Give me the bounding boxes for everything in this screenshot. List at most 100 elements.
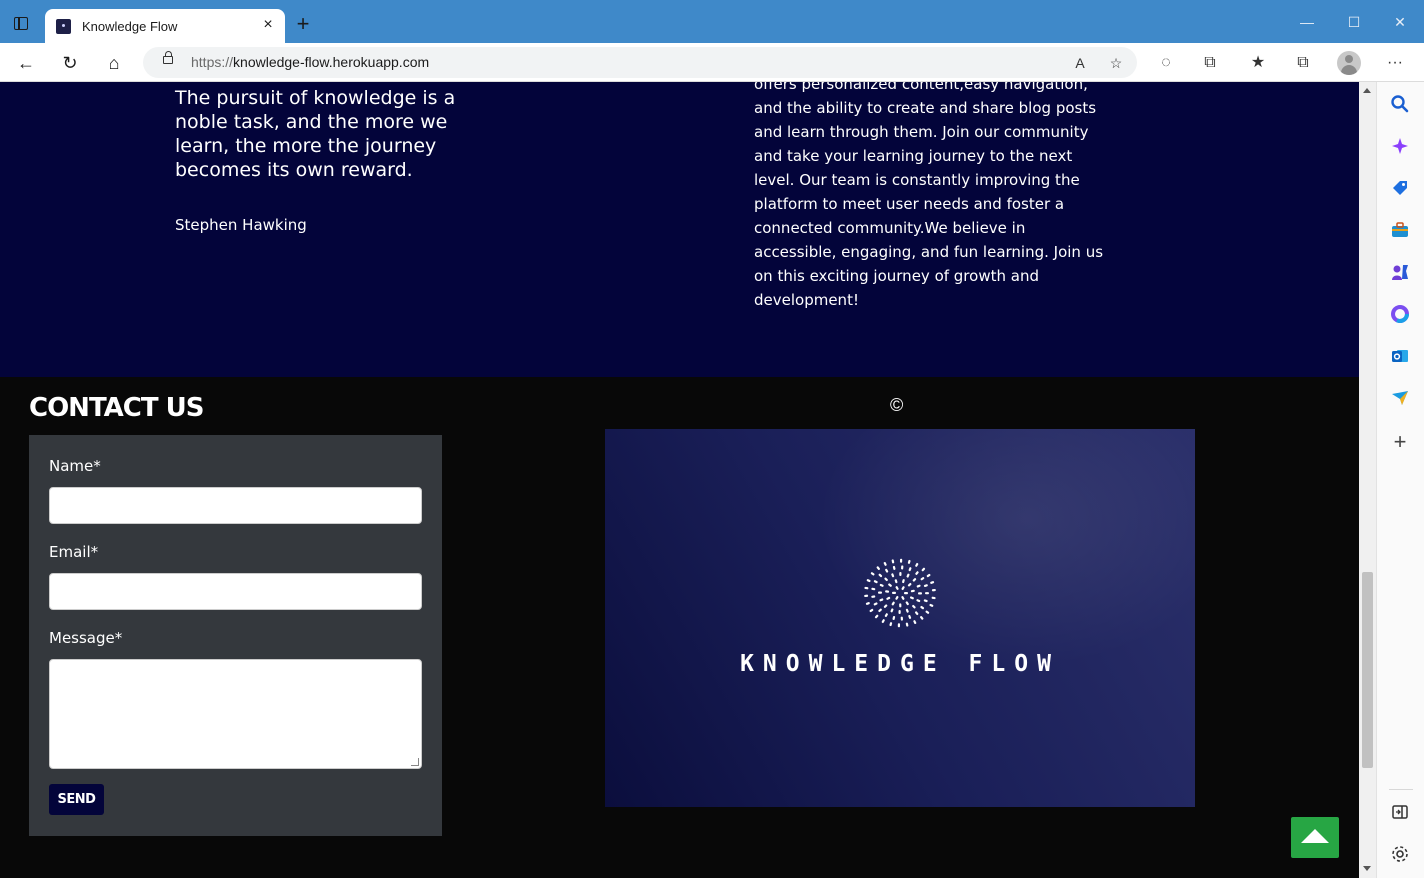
logo-dot bbox=[930, 581, 935, 584]
copyright-symbol: © bbox=[890, 395, 904, 415]
add-favorite-icon[interactable]: ☆ bbox=[1105, 52, 1127, 74]
brand-name: KNOWLEDGE FLOW bbox=[740, 651, 1060, 677]
back-button[interactable]: ← bbox=[14, 51, 38, 75]
email-field[interactable] bbox=[49, 573, 422, 610]
logo-dot bbox=[878, 573, 883, 578]
logo-dot bbox=[884, 577, 888, 582]
split-screen-icon[interactable] bbox=[1390, 802, 1410, 822]
logo-dot bbox=[895, 586, 899, 590]
browser-toolbar: ← ↻ ⌂ https://knowledge-flow.herokuapp.c… bbox=[0, 43, 1424, 82]
logo-dot bbox=[931, 588, 936, 592]
collections-icon[interactable]: ⧉ bbox=[1291, 51, 1315, 75]
add-icon[interactable]: + bbox=[1390, 431, 1410, 453]
outlook-icon[interactable] bbox=[1390, 346, 1410, 366]
settings-icon[interactable] bbox=[1390, 844, 1410, 864]
maximize-button[interactable]: ☐ bbox=[1342, 10, 1366, 34]
games-icon[interactable] bbox=[1390, 262, 1410, 282]
logo-dot bbox=[870, 572, 875, 576]
logo-dot bbox=[917, 592, 922, 595]
close-window-button[interactable]: ✕ bbox=[1388, 10, 1412, 34]
tab-actions-button[interactable] bbox=[10, 14, 32, 34]
logo-dot bbox=[869, 608, 874, 613]
copilot-icon[interactable] bbox=[1390, 136, 1410, 156]
settings-more-icon[interactable]: ··· bbox=[1383, 51, 1407, 75]
logo-dot bbox=[923, 599, 928, 603]
email-label: Email* bbox=[49, 543, 99, 561]
reload-button[interactable]: ↻ bbox=[58, 51, 82, 75]
logo-dot bbox=[900, 616, 904, 621]
logo-dot bbox=[920, 577, 925, 581]
logo-dot bbox=[894, 579, 898, 584]
logo-dot bbox=[901, 586, 905, 591]
logo-dot bbox=[885, 568, 889, 573]
address-bar[interactable]: https://knowledge-flow.herokuapp.com A ☆ bbox=[143, 47, 1137, 78]
name-field[interactable] bbox=[49, 487, 422, 524]
scroll-up-icon[interactable] bbox=[1363, 88, 1371, 93]
favorites-icon[interactable]: ★ bbox=[1246, 51, 1270, 75]
logo-dot bbox=[921, 567, 926, 572]
logo-dot bbox=[892, 591, 896, 594]
search-icon[interactable] bbox=[1390, 94, 1410, 114]
logo-dot bbox=[864, 586, 869, 590]
about-line: and the ability to create and share blog… bbox=[754, 99, 1097, 117]
logo-dot bbox=[907, 582, 912, 587]
logo-dot bbox=[879, 598, 884, 602]
quote-author: Stephen Hawking bbox=[175, 216, 307, 234]
tab-close-button[interactable]: × bbox=[259, 16, 277, 34]
logo-dot bbox=[891, 559, 895, 564]
contact-title: CONTACT US bbox=[29, 393, 204, 423]
new-tab-button[interactable]: + bbox=[293, 13, 313, 35]
send-icon[interactable] bbox=[1390, 388, 1410, 408]
browser-essentials-icon[interactable]: ◌ bbox=[1154, 51, 1178, 75]
logo-dot bbox=[899, 603, 902, 608]
toolbox-icon[interactable] bbox=[1390, 220, 1410, 240]
logo-dot bbox=[914, 611, 919, 616]
logo-dot bbox=[919, 616, 924, 620]
url-text[interactable]: https://knowledge-flow.herokuapp.com bbox=[191, 54, 429, 70]
about-line: accessible, engaging, and fun learning. … bbox=[754, 243, 1104, 261]
logo-dot bbox=[901, 565, 904, 570]
logo-dot bbox=[884, 613, 888, 618]
home-button[interactable]: ⌂ bbox=[102, 51, 126, 75]
logo-dot bbox=[915, 571, 919, 575]
logo-dot bbox=[929, 603, 934, 607]
logo-dot bbox=[898, 609, 901, 614]
extensions-icon[interactable]: ⧉ bbox=[1198, 51, 1222, 75]
back-to-top-button[interactable] bbox=[1291, 817, 1339, 858]
lock-icon[interactable] bbox=[163, 51, 173, 64]
profile-avatar[interactable] bbox=[1337, 51, 1361, 75]
logo-dot bbox=[871, 595, 876, 598]
logo-dot bbox=[866, 579, 871, 583]
sidebar-divider bbox=[1389, 789, 1413, 790]
logo-dot bbox=[910, 589, 915, 593]
logo-dot bbox=[865, 602, 870, 605]
logo-dot bbox=[907, 559, 911, 564]
page-scrollbar[interactable] bbox=[1359, 82, 1376, 878]
logo-dot bbox=[924, 592, 929, 595]
logo-dot bbox=[912, 604, 916, 609]
logo-dot bbox=[906, 573, 910, 578]
logo-dot bbox=[908, 567, 912, 572]
scroll-down-icon[interactable] bbox=[1363, 866, 1371, 871]
message-field[interactable] bbox=[49, 659, 422, 769]
logo-dot bbox=[908, 614, 912, 619]
logo-dot bbox=[901, 596, 905, 600]
tab-actions-icon bbox=[14, 17, 28, 30]
arrow-up-icon bbox=[1301, 829, 1329, 843]
minimize-button[interactable]: — bbox=[1295, 10, 1319, 34]
read-aloud-icon[interactable]: A bbox=[1069, 52, 1091, 74]
logo-dot bbox=[879, 583, 884, 587]
scroll-thumb[interactable] bbox=[1362, 572, 1373, 768]
logo-dot bbox=[878, 591, 883, 594]
send-button[interactable]: SEND bbox=[49, 784, 104, 815]
logo-dot bbox=[920, 605, 925, 610]
site-favicon-icon bbox=[56, 19, 71, 34]
office-icon[interactable] bbox=[1390, 304, 1410, 324]
resize-handle[interactable] bbox=[411, 758, 419, 766]
logo-dot bbox=[892, 615, 896, 620]
name-label: Name* bbox=[49, 457, 101, 475]
browser-tab[interactable]: Knowledge Flow × bbox=[45, 9, 285, 43]
about-line: connected community.We believe in bbox=[754, 219, 1026, 237]
shopping-tag-icon[interactable] bbox=[1390, 178, 1410, 198]
logo-dot bbox=[871, 587, 876, 591]
